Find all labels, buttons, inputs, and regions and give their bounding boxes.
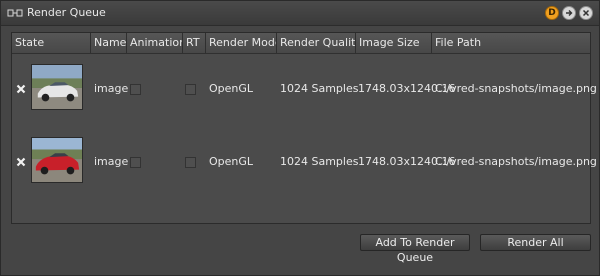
column-header-name[interactable]: Name [91,33,127,53]
row-name: image [94,82,129,95]
arrow-right-icon [566,10,573,16]
render-queue-icon [7,9,23,17]
remove-x-icon[interactable] [16,157,26,167]
row-render-quality: 1024 Samples [280,155,359,168]
rt-checkbox[interactable] [185,157,196,168]
render-queue-window: Render Queue D State Name Animation RT R… [0,0,600,276]
row-file-path: C:/vred-snapshots/image.png [435,155,597,168]
column-header-animation[interactable]: Animation [127,33,183,53]
row-file-path: C:/vred-snapshots/image.png [435,82,597,95]
column-header-rt[interactable]: RT [183,33,206,53]
column-header-render-quality[interactable]: Render Quality [277,33,356,53]
row-render-mode: OpenGL [209,82,254,95]
column-header-render-mode[interactable]: Render Mode [206,33,277,53]
d-label: D [548,7,556,18]
d-badge-button[interactable]: D [545,6,559,20]
table-header: State Name Animation RT Render Mode Rend… [12,33,590,54]
column-header-state[interactable]: State [12,33,91,53]
column-header-file-path[interactable]: File Path [432,33,590,53]
close-icon [582,9,590,17]
remove-x-icon[interactable] [16,84,26,94]
silver-car-thumbnail [31,64,83,110]
table-row[interactable]: image OpenGL 1024 Samples 1748.03x1240.1… [12,134,597,190]
add-to-render-queue-button[interactable]: Add To Render Queue [360,234,470,264]
column-header-image-size[interactable]: Image Size [356,33,432,53]
window-title: Render Queue [27,6,106,19]
render-queue-table[interactable]: State Name Animation RT Render Mode Rend… [11,32,597,224]
animation-checkbox[interactable] [130,157,141,168]
red-car-thumbnail [31,137,83,183]
close-button[interactable] [579,6,593,20]
row-render-quality: 1024 Samples [280,82,359,95]
render-all-button[interactable]: Render All [480,234,591,251]
row-name: image [94,155,129,168]
arrow-right-button[interactable] [562,6,576,20]
animation-checkbox[interactable] [130,84,141,95]
rt-checkbox[interactable] [185,84,196,95]
table-row[interactable]: image OpenGL 1024 Samples 1748.03x1240.1… [12,61,597,117]
row-render-mode: OpenGL [209,155,254,168]
titlebar[interactable]: Render Queue D [1,1,599,26]
